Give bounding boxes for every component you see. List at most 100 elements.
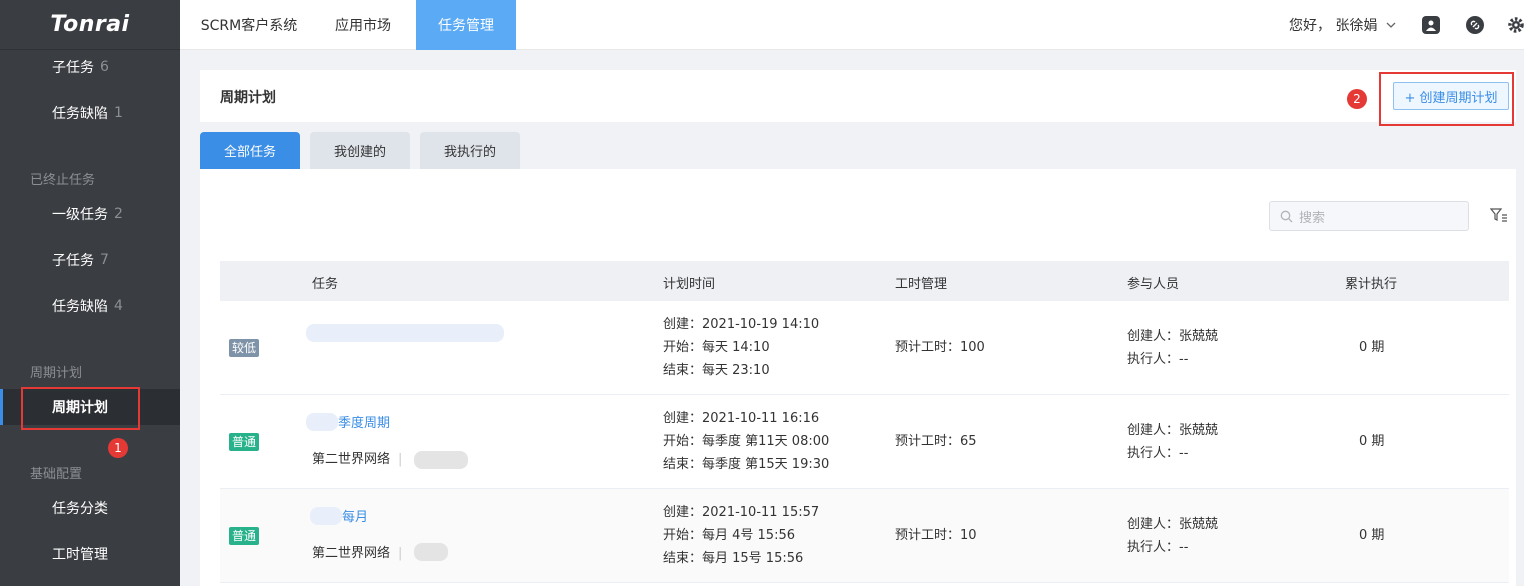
tab-scrm[interactable]: SCRM客户系统	[200, 0, 298, 50]
plan-time: 创建：2021-10-19 14:10 开始：每天 14:10 结束：每天 23…	[663, 313, 819, 382]
sidebar-item-label: 任务分类	[52, 501, 108, 517]
annotation-marker-2: 2	[1347, 89, 1367, 109]
plan-end: 结束：每天 23:10	[663, 363, 770, 378]
task-name-link[interactable]: 季度周期	[338, 412, 390, 435]
plan-created: 创建：2021-10-19 14:10	[663, 317, 820, 332]
sidebar-item-count: 1	[114, 105, 123, 121]
logo: Tonrai	[0, 0, 180, 50]
priority-badge: 普通	[229, 527, 260, 545]
link-icon[interactable]	[1466, 16, 1484, 34]
sidebar-item-count: 6	[100, 59, 109, 75]
column-header-task: 任务	[312, 277, 339, 292]
task-org: 第二世界网络 |	[312, 448, 410, 471]
page-header: 周期计划 + 创建周期计划	[200, 70, 1516, 122]
sidebar-item-task-category[interactable]: 任务分类	[0, 490, 180, 526]
search-placeholder: 搜索	[1299, 210, 1326, 226]
annotation-box-1	[21, 387, 140, 430]
sidebar-group-config: 基础配置	[30, 467, 83, 482]
sidebar-item-label: 工时管理	[52, 547, 108, 563]
user-badge-icon[interactable]	[1422, 16, 1440, 34]
plan-created: 创建：2021-10-11 16:16	[663, 411, 820, 426]
run-count: 0 期	[1359, 340, 1385, 355]
plan-created: 创建：2021-10-11 15:57	[663, 505, 820, 520]
executor: 执行人：--	[1127, 446, 1189, 461]
plan-end: 结束：每月 15号 15:56	[663, 551, 804, 566]
user-menu[interactable]: 您好， 张徐娟	[1289, 0, 1397, 50]
redacted-assignee	[414, 543, 448, 561]
estimated-hours: 预计工时：10	[895, 528, 977, 543]
column-header-plan-time: 计划时间	[663, 277, 716, 292]
redacted-task-prefix	[306, 413, 338, 431]
estimated-hours: 预计工时：100	[895, 340, 985, 355]
sidebar-item-terminated-defect[interactable]: 任务缺陷 4	[0, 288, 180, 324]
executor: 执行人：--	[1127, 540, 1189, 555]
sidebar-item-count: 4	[114, 298, 123, 314]
org-name: 第二世界网络	[312, 546, 391, 561]
creator: 创建人：张兢兢	[1127, 329, 1219, 344]
table-row[interactable]: 普通 季度周期 第二世界网络 | 创建：2021-10-11 16:16 开始：…	[220, 395, 1509, 489]
column-header-participants: 参与人员	[1127, 277, 1180, 292]
redacted-task-prefix	[310, 507, 342, 525]
greeting-text: 您好， 张徐娟	[1289, 18, 1378, 34]
page-title: 周期计划	[220, 90, 276, 106]
creator: 创建人：张兢兢	[1127, 517, 1219, 532]
sidebar-item-level1-task[interactable]: 一级任务 2	[0, 196, 180, 232]
redacted-assignee	[414, 451, 468, 469]
tab-executed-by-me[interactable]: 我执行的	[420, 132, 520, 169]
search-icon	[1280, 210, 1293, 222]
column-header-runs: 累计执行	[1345, 277, 1398, 292]
sidebar-item-terminated-subtask[interactable]: 子任务 7	[0, 242, 180, 278]
participants: 创建人：张兢兢 执行人：--	[1127, 513, 1218, 559]
redacted-task-name	[306, 324, 504, 342]
annotation-marker-1: 1	[108, 438, 128, 458]
sidebar-item-label: 子任务	[52, 253, 94, 269]
search-input[interactable]: 搜索	[1269, 201, 1469, 231]
sidebar-item-count: 7	[100, 252, 109, 268]
sidebar-item-subtask[interactable]: 子任务 6	[0, 49, 180, 85]
plan-end: 结束：每季度 第15天 19:30	[663, 457, 830, 472]
tab-created-by-me[interactable]: 我创建的	[310, 132, 410, 169]
run-count: 0 期	[1359, 528, 1385, 543]
sidebar-item-label: 任务缺陷	[52, 299, 108, 315]
org-name: 第二世界网络	[312, 452, 391, 467]
chevron-down-icon	[1386, 22, 1396, 28]
plan-start: 开始：每月 4号 15:56	[663, 528, 795, 543]
task-name-link[interactable]: 每月	[342, 506, 368, 529]
table-row[interactable]: 较低 创建：2021-10-19 14:10 开始：每天 14:10 结束：每天…	[220, 301, 1509, 395]
annotation-box-2	[1379, 72, 1514, 126]
sidebar-item-count: 2	[114, 206, 123, 222]
sidebar-item-label: 一级任务	[52, 207, 108, 223]
sidebar-item-task-defect[interactable]: 任务缺陷 1	[0, 95, 180, 131]
task-list-panel: 搜索 任务 计划时间 工时管理 参与人员 累计执行 较低 创建：2021-10-…	[200, 169, 1516, 586]
task-org: 第二世界网络 |	[312, 542, 410, 565]
table-row[interactable]: 普通 每月 第二世界网络 | 创建：2021-10-11 15:57 开始：每月…	[220, 489, 1509, 583]
estimated-hours: 预计工时：65	[895, 434, 977, 449]
tab-task-management[interactable]: 任务管理	[416, 0, 516, 50]
gear-icon[interactable]	[1507, 16, 1524, 34]
plan-start: 开始：每天 14:10	[663, 340, 770, 355]
column-header-hours: 工时管理	[895, 277, 948, 292]
sidebar: Tonrai 子任务 6 任务缺陷 1 已终止任务 一级任务 2 子任务 7 任务缺陷 4…	[0, 0, 180, 586]
separator: |	[398, 546, 403, 561]
filter-icon[interactable]	[1490, 207, 1508, 223]
top-nav: SCRM客户系统 应用市场 任务管理 您好， 张徐娟	[180, 0, 1524, 50]
sidebar-group-terminated: 已终止任务	[30, 173, 96, 188]
participants: 创建人：张兢兢 执行人：--	[1127, 325, 1218, 371]
sidebar-item-label: 子任务	[52, 60, 94, 76]
creator: 创建人：张兢兢	[1127, 423, 1219, 438]
plan-time: 创建：2021-10-11 16:16 开始：每季度 第11天 08:00 结束…	[663, 407, 829, 476]
sidebar-item-label: 任务缺陷	[52, 106, 108, 122]
separator: |	[398, 452, 403, 467]
plan-start: 开始：每季度 第11天 08:00	[663, 434, 830, 449]
sidebar-item-hours-management[interactable]: 工时管理	[0, 536, 180, 572]
plan-time: 创建：2021-10-11 15:57 开始：每月 4号 15:56 结束：每月…	[663, 501, 819, 570]
executor: 执行人：--	[1127, 352, 1189, 367]
tab-all-tasks[interactable]: 全部任务	[200, 132, 300, 169]
priority-badge: 较低	[229, 339, 260, 357]
sidebar-group-periodic: 周期计划	[30, 366, 83, 381]
participants: 创建人：张兢兢 执行人：--	[1127, 419, 1218, 465]
run-count: 0 期	[1359, 434, 1385, 449]
tab-app-market[interactable]: 应用市场	[318, 0, 408, 50]
table-header: 任务 计划时间 工时管理 参与人员 累计执行	[220, 261, 1509, 301]
priority-badge: 普通	[229, 433, 260, 451]
